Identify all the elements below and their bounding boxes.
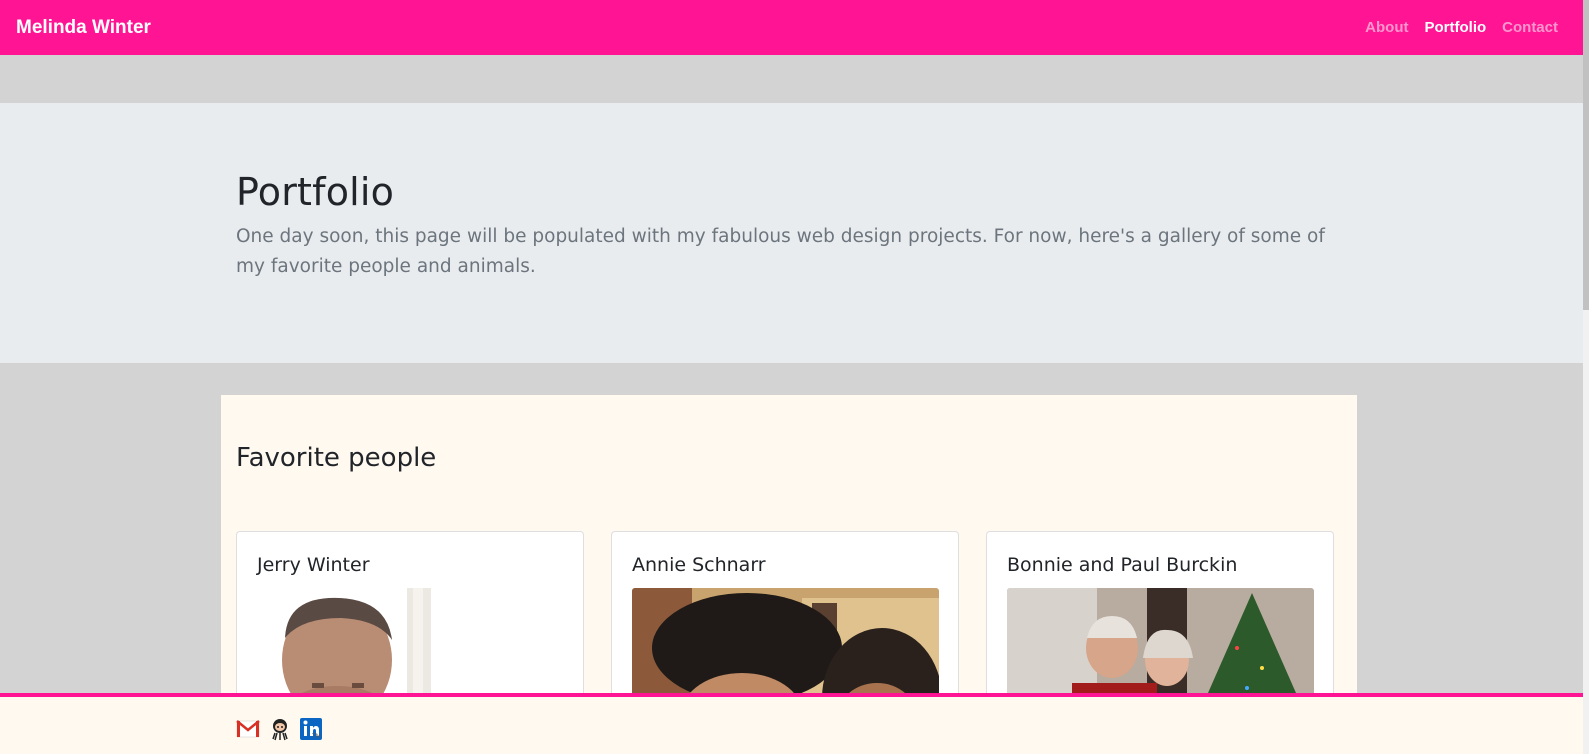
page-title: Portfolio [236, 170, 395, 214]
card-title: Bonnie and Paul Burckin [1007, 554, 1238, 576]
nav-link-portfolio[interactable]: Portfolio [1425, 19, 1487, 36]
card-title: Jerry Winter [257, 554, 370, 576]
page-lead: One day soon, this page will be populate… [236, 226, 1325, 277]
scrollbar[interactable] [1583, 0, 1589, 754]
linkedin-icon[interactable] [300, 717, 334, 745]
scrollbar-thumb[interactable] [1583, 0, 1589, 310]
github-icon[interactable] [268, 717, 292, 745]
card-title: Annie Schnarr [632, 554, 766, 576]
trademark-text: TM [312, 732, 321, 740]
navbar: Melinda Winter About Portfolio Contact [0, 0, 1583, 55]
brand-link[interactable]: Melinda Winter [16, 17, 151, 39]
jumbotron-content: Portfolio One day soon, this page will b… [236, 170, 1346, 282]
social-links: TM [236, 717, 322, 745]
gmail-icon[interactable] [236, 719, 260, 743]
nav-links: About Portfolio Contact [1365, 19, 1558, 36]
nav-link-contact[interactable]: Contact [1502, 19, 1558, 36]
section-title: Favorite people [236, 443, 437, 473]
jumbotron: Portfolio One day soon, this page will b… [0, 103, 1583, 363]
nav-link-about[interactable]: About [1365, 19, 1408, 36]
favorite-people-section: Favorite people Jerry Winter Annie Schna… [221, 395, 1357, 731]
footer: TM [0, 693, 1583, 754]
